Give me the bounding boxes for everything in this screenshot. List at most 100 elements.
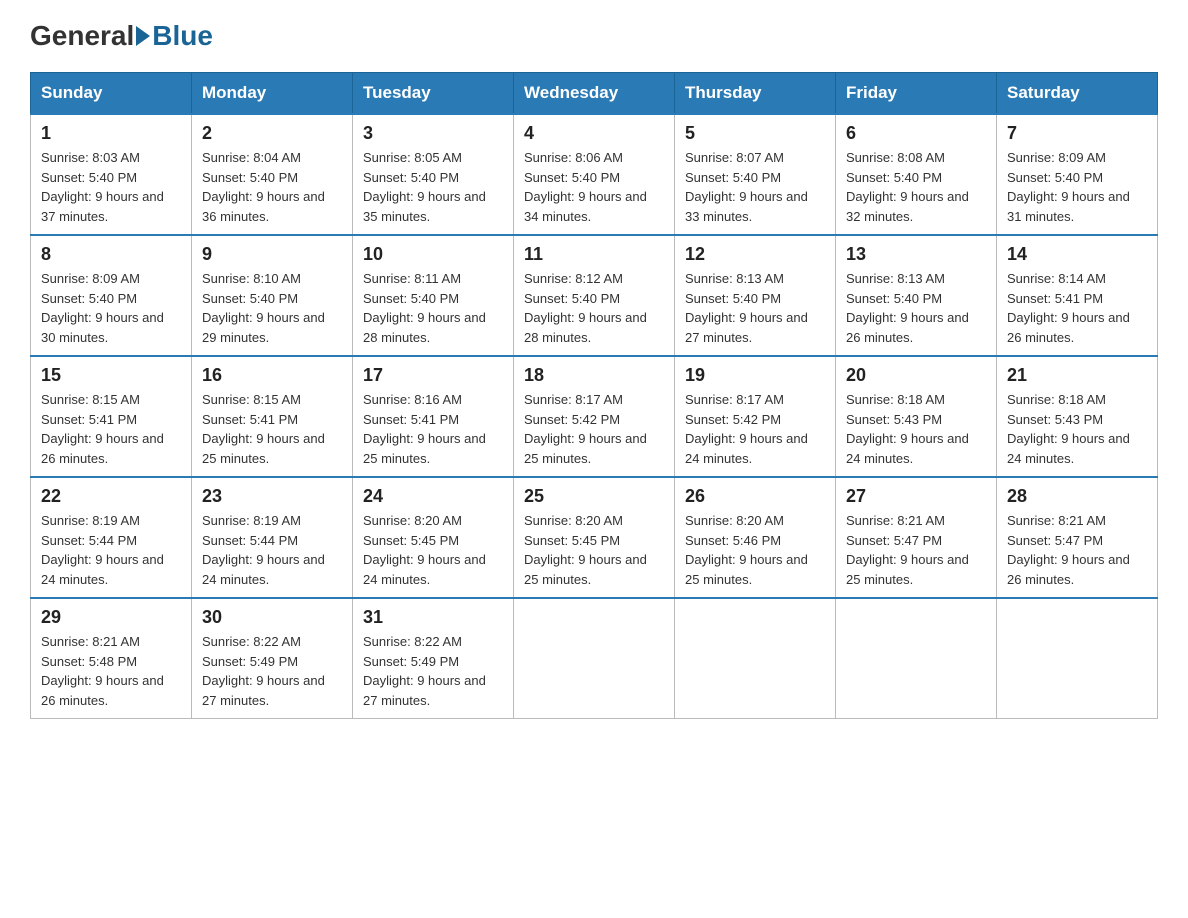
calendar-cell: 29 Sunrise: 8:21 AMSunset: 5:48 PMDaylig…: [31, 598, 192, 719]
day-info: Sunrise: 8:12 AMSunset: 5:40 PMDaylight:…: [524, 269, 664, 347]
calendar-cell: 27 Sunrise: 8:21 AMSunset: 5:47 PMDaylig…: [836, 477, 997, 598]
calendar-cell: 26 Sunrise: 8:20 AMSunset: 5:46 PMDaylig…: [675, 477, 836, 598]
calendar-cell: 10 Sunrise: 8:11 AMSunset: 5:40 PMDaylig…: [353, 235, 514, 356]
day-info: Sunrise: 8:15 AMSunset: 5:41 PMDaylight:…: [202, 390, 342, 468]
calendar-cell: 9 Sunrise: 8:10 AMSunset: 5:40 PMDayligh…: [192, 235, 353, 356]
weekday-header-friday: Friday: [836, 73, 997, 115]
day-number: 11: [524, 244, 664, 265]
calendar-cell: 19 Sunrise: 8:17 AMSunset: 5:42 PMDaylig…: [675, 356, 836, 477]
logo: General Blue: [30, 20, 213, 52]
day-number: 3: [363, 123, 503, 144]
day-info: Sunrise: 8:18 AMSunset: 5:43 PMDaylight:…: [1007, 390, 1147, 468]
day-number: 17: [363, 365, 503, 386]
day-number: 22: [41, 486, 181, 507]
weekday-header-wednesday: Wednesday: [514, 73, 675, 115]
weekday-header-thursday: Thursday: [675, 73, 836, 115]
day-info: Sunrise: 8:21 AMSunset: 5:48 PMDaylight:…: [41, 632, 181, 710]
day-number: 1: [41, 123, 181, 144]
calendar-cell: 25 Sunrise: 8:20 AMSunset: 5:45 PMDaylig…: [514, 477, 675, 598]
calendar-cell: 18 Sunrise: 8:17 AMSunset: 5:42 PMDaylig…: [514, 356, 675, 477]
weekday-header-tuesday: Tuesday: [353, 73, 514, 115]
day-info: Sunrise: 8:20 AMSunset: 5:45 PMDaylight:…: [363, 511, 503, 589]
day-number: 21: [1007, 365, 1147, 386]
calendar-cell: 7 Sunrise: 8:09 AMSunset: 5:40 PMDayligh…: [997, 114, 1158, 235]
day-number: 12: [685, 244, 825, 265]
day-info: Sunrise: 8:19 AMSunset: 5:44 PMDaylight:…: [41, 511, 181, 589]
day-info: Sunrise: 8:17 AMSunset: 5:42 PMDaylight:…: [685, 390, 825, 468]
calendar-cell: 4 Sunrise: 8:06 AMSunset: 5:40 PMDayligh…: [514, 114, 675, 235]
calendar-cell: 20 Sunrise: 8:18 AMSunset: 5:43 PMDaylig…: [836, 356, 997, 477]
calendar-cell: 5 Sunrise: 8:07 AMSunset: 5:40 PMDayligh…: [675, 114, 836, 235]
calendar-cell: 12 Sunrise: 8:13 AMSunset: 5:40 PMDaylig…: [675, 235, 836, 356]
logo-general-text: General: [30, 20, 134, 52]
day-number: 2: [202, 123, 342, 144]
calendar-week-row: 22 Sunrise: 8:19 AMSunset: 5:44 PMDaylig…: [31, 477, 1158, 598]
calendar-cell: 16 Sunrise: 8:15 AMSunset: 5:41 PMDaylig…: [192, 356, 353, 477]
day-info: Sunrise: 8:06 AMSunset: 5:40 PMDaylight:…: [524, 148, 664, 226]
day-info: Sunrise: 8:21 AMSunset: 5:47 PMDaylight:…: [846, 511, 986, 589]
day-number: 30: [202, 607, 342, 628]
day-info: Sunrise: 8:22 AMSunset: 5:49 PMDaylight:…: [202, 632, 342, 710]
calendar-cell: 6 Sunrise: 8:08 AMSunset: 5:40 PMDayligh…: [836, 114, 997, 235]
calendar-cell: 15 Sunrise: 8:15 AMSunset: 5:41 PMDaylig…: [31, 356, 192, 477]
day-info: Sunrise: 8:11 AMSunset: 5:40 PMDaylight:…: [363, 269, 503, 347]
day-info: Sunrise: 8:05 AMSunset: 5:40 PMDaylight:…: [363, 148, 503, 226]
day-info: Sunrise: 8:14 AMSunset: 5:41 PMDaylight:…: [1007, 269, 1147, 347]
day-info: Sunrise: 8:17 AMSunset: 5:42 PMDaylight:…: [524, 390, 664, 468]
day-number: 10: [363, 244, 503, 265]
calendar-week-row: 8 Sunrise: 8:09 AMSunset: 5:40 PMDayligh…: [31, 235, 1158, 356]
day-info: Sunrise: 8:18 AMSunset: 5:43 PMDaylight:…: [846, 390, 986, 468]
day-number: 13: [846, 244, 986, 265]
logo-arrow-icon: [136, 26, 150, 46]
calendar-week-row: 29 Sunrise: 8:21 AMSunset: 5:48 PMDaylig…: [31, 598, 1158, 719]
day-number: 9: [202, 244, 342, 265]
calendar-cell: 13 Sunrise: 8:13 AMSunset: 5:40 PMDaylig…: [836, 235, 997, 356]
day-number: 4: [524, 123, 664, 144]
calendar-cell: 14 Sunrise: 8:14 AMSunset: 5:41 PMDaylig…: [997, 235, 1158, 356]
day-info: Sunrise: 8:09 AMSunset: 5:40 PMDaylight:…: [1007, 148, 1147, 226]
day-info: Sunrise: 8:15 AMSunset: 5:41 PMDaylight:…: [41, 390, 181, 468]
day-info: Sunrise: 8:13 AMSunset: 5:40 PMDaylight:…: [846, 269, 986, 347]
day-info: Sunrise: 8:21 AMSunset: 5:47 PMDaylight:…: [1007, 511, 1147, 589]
calendar-week-row: 15 Sunrise: 8:15 AMSunset: 5:41 PMDaylig…: [31, 356, 1158, 477]
calendar-cell: 22 Sunrise: 8:19 AMSunset: 5:44 PMDaylig…: [31, 477, 192, 598]
calendar-cell: 28 Sunrise: 8:21 AMSunset: 5:47 PMDaylig…: [997, 477, 1158, 598]
day-number: 14: [1007, 244, 1147, 265]
day-info: Sunrise: 8:20 AMSunset: 5:46 PMDaylight:…: [685, 511, 825, 589]
calendar-cell: 17 Sunrise: 8:16 AMSunset: 5:41 PMDaylig…: [353, 356, 514, 477]
calendar-cell: 8 Sunrise: 8:09 AMSunset: 5:40 PMDayligh…: [31, 235, 192, 356]
day-number: 23: [202, 486, 342, 507]
day-number: 5: [685, 123, 825, 144]
day-info: Sunrise: 8:10 AMSunset: 5:40 PMDaylight:…: [202, 269, 342, 347]
calendar-table: SundayMondayTuesdayWednesdayThursdayFrid…: [30, 72, 1158, 719]
day-number: 25: [524, 486, 664, 507]
logo-blue-text: Blue: [152, 20, 213, 52]
calendar-cell: [997, 598, 1158, 719]
day-info: Sunrise: 8:22 AMSunset: 5:49 PMDaylight:…: [363, 632, 503, 710]
calendar-cell: 23 Sunrise: 8:19 AMSunset: 5:44 PMDaylig…: [192, 477, 353, 598]
weekday-header-row: SundayMondayTuesdayWednesdayThursdayFrid…: [31, 73, 1158, 115]
day-info: Sunrise: 8:20 AMSunset: 5:45 PMDaylight:…: [524, 511, 664, 589]
day-number: 28: [1007, 486, 1147, 507]
day-number: 19: [685, 365, 825, 386]
calendar-cell: [514, 598, 675, 719]
weekday-header-monday: Monday: [192, 73, 353, 115]
day-info: Sunrise: 8:08 AMSunset: 5:40 PMDaylight:…: [846, 148, 986, 226]
day-number: 8: [41, 244, 181, 265]
calendar-cell: 11 Sunrise: 8:12 AMSunset: 5:40 PMDaylig…: [514, 235, 675, 356]
day-info: Sunrise: 8:03 AMSunset: 5:40 PMDaylight:…: [41, 148, 181, 226]
calendar-cell: [675, 598, 836, 719]
day-info: Sunrise: 8:16 AMSunset: 5:41 PMDaylight:…: [363, 390, 503, 468]
calendar-cell: 30 Sunrise: 8:22 AMSunset: 5:49 PMDaylig…: [192, 598, 353, 719]
day-info: Sunrise: 8:09 AMSunset: 5:40 PMDaylight:…: [41, 269, 181, 347]
day-number: 20: [846, 365, 986, 386]
day-number: 6: [846, 123, 986, 144]
day-number: 27: [846, 486, 986, 507]
day-number: 15: [41, 365, 181, 386]
day-number: 16: [202, 365, 342, 386]
calendar-cell: 31 Sunrise: 8:22 AMSunset: 5:49 PMDaylig…: [353, 598, 514, 719]
calendar-cell: 2 Sunrise: 8:04 AMSunset: 5:40 PMDayligh…: [192, 114, 353, 235]
calendar-cell: 1 Sunrise: 8:03 AMSunset: 5:40 PMDayligh…: [31, 114, 192, 235]
day-number: 29: [41, 607, 181, 628]
day-info: Sunrise: 8:04 AMSunset: 5:40 PMDaylight:…: [202, 148, 342, 226]
